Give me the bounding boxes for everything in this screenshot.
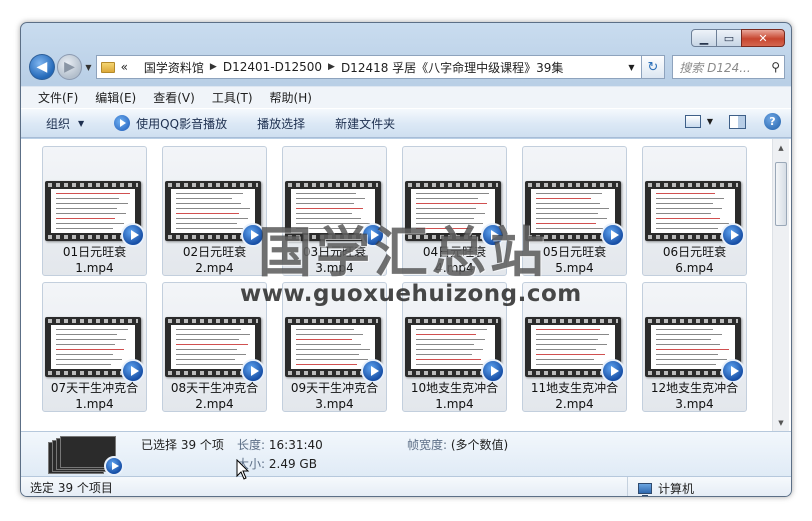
vertical-scrollbar[interactable]: ▲ ▼	[772, 139, 789, 431]
chevron-down-icon: ▼	[78, 118, 85, 128]
file-name-line-2: 2.mp4	[555, 397, 594, 411]
file-name-line-2: 3.mp4	[675, 397, 714, 411]
file-name-line-2: 1.mp4	[75, 261, 114, 275]
file-name: 06日元旺衰 6.mp4	[643, 244, 746, 276]
play-selection-label: 播放选择	[257, 116, 306, 131]
status-location-label: 计算机	[658, 481, 695, 496]
video-play-icon	[104, 456, 124, 476]
file-name-line-1: 06日元旺衰	[662, 245, 727, 259]
breadcrumb-item-1[interactable]: 国学资料馆	[144, 59, 204, 76]
file-name: 12地支生克冲合 3.mp4	[643, 380, 746, 412]
details-pane: 已选择 39 个项 长度: 16:31:40 大小: 2.49 GB 帧宽度: …	[21, 431, 791, 476]
search-input[interactable]: 搜索 D124... ⚲	[672, 55, 785, 79]
organize-label: 组织	[46, 116, 71, 131]
command-bar: 组织 ▼ 使用QQ影音播放 播放选择 新建文件夹 ▼ ?	[21, 108, 791, 138]
file-tile[interactable]: 07天干生冲克合 1.mp4	[42, 282, 147, 412]
scroll-up-icon[interactable]: ▲	[773, 139, 789, 156]
selection-stack-thumbnail	[48, 436, 124, 478]
file-name-line-2: 2.mp4	[195, 261, 234, 275]
back-button[interactable]: ◀	[29, 54, 55, 80]
file-tile[interactable]: 01日元旺衰 1.mp4	[42, 146, 147, 276]
selected-count: 已选择 39 个项	[141, 438, 224, 452]
play-with-qq-button[interactable]: 使用QQ影音播放	[114, 115, 227, 132]
chevron-right-icon[interactable]: ▶	[328, 62, 335, 72]
file-name-line-2: 1.mp4	[435, 397, 474, 411]
computer-icon	[638, 482, 652, 496]
file-name-line-2: 3.mp4	[315, 397, 354, 411]
file-name: 07天干生冲克合 1.mp4	[43, 380, 146, 412]
new-folder-button[interactable]: 新建文件夹	[335, 115, 395, 132]
file-name-line-1: 01日元旺衰	[62, 245, 127, 259]
caption-buttons: ▁ ▭ ✕	[691, 29, 785, 47]
view-controls: ▼ ?	[684, 113, 781, 130]
menu-tools[interactable]: 工具(T)	[212, 89, 253, 106]
file-name-line-2: 6.mp4	[675, 261, 714, 275]
help-icon[interactable]: ?	[764, 113, 781, 130]
play-selection-button[interactable]: 播放选择	[257, 115, 305, 132]
file-name: 01日元旺衰 1.mp4	[43, 244, 146, 276]
address-dropdown-icon[interactable]: ▼	[628, 63, 634, 72]
menu-bar: 文件(F) 编辑(E) 查看(V) 工具(T) 帮助(H)	[21, 86, 791, 108]
length-value: 16:31:40	[268, 438, 323, 452]
refresh-button[interactable]: ↻	[641, 55, 666, 79]
length-field: 长度: 16:31:40	[237, 436, 323, 453]
file-name-line-1: 11地支生克冲合	[530, 381, 619, 395]
file-name-line-1: 07天干生冲克合	[50, 381, 139, 395]
view-icon[interactable]	[684, 115, 701, 128]
file-tile[interactable]: 02日元旺衰 2.mp4	[162, 146, 267, 276]
file-name-line-1: 08天干生冲克合	[170, 381, 259, 395]
file-name-line-2: 1.mp4	[75, 397, 114, 411]
scroll-down-icon[interactable]: ▼	[773, 414, 789, 431]
forward-button[interactable]: ▶	[56, 54, 83, 80]
status-bar: 选定 39 个项目 计算机	[21, 476, 791, 496]
play-with-qq-label: 使用QQ影音播放	[136, 116, 228, 131]
chevron-right-icon[interactable]: ▶	[210, 62, 217, 72]
scrollbar-thumb[interactable]	[775, 162, 787, 226]
file-name: 09天干生冲克合 3.mp4	[283, 380, 386, 412]
recent-pages-dropdown-icon[interactable]: ▼	[85, 63, 91, 72]
breadcrumb-item-3[interactable]: D12418 孚居《八字命理中级课程》39集	[341, 59, 564, 76]
framewidth-field: 帧宽度: (多个数值)	[407, 436, 508, 453]
search-placeholder: 搜索 D124...	[679, 60, 751, 75]
size-value: 2.49 GB	[268, 457, 317, 471]
file-name: 02日元旺衰 2.mp4	[163, 244, 266, 276]
folder-icon	[100, 61, 115, 73]
watermark-title: 国学汇总站	[258, 221, 548, 284]
file-name: 11地支生克冲合 2.mp4	[523, 380, 626, 412]
menu-file[interactable]: 文件(F)	[38, 89, 78, 106]
new-folder-label: 新建文件夹	[335, 116, 396, 131]
organize-button[interactable]: 组织 ▼	[46, 115, 84, 132]
breadcrumb-overflow[interactable]: «	[121, 60, 128, 74]
file-name-line-1: 10地支生克冲合	[410, 381, 499, 395]
breadcrumb-item-2[interactable]: D12401-D12500	[223, 60, 322, 74]
framewidth-label: 帧宽度:	[407, 438, 448, 452]
file-tile[interactable]: 06日元旺衰 6.mp4	[642, 146, 747, 276]
menu-help[interactable]: 帮助(H)	[270, 89, 312, 106]
preview-pane-icon[interactable]	[729, 114, 746, 129]
file-name-line-2: 2.mp4	[195, 397, 234, 411]
address-bar[interactable]: « 国学资料馆 ▶ D12401-D12500 ▶ D12418 孚居《八字命理…	[95, 55, 642, 79]
file-name-line-1: 02日元旺衰	[182, 245, 247, 259]
file-name-line-1: 12地支生克冲合	[650, 381, 739, 395]
status-location: 计算机	[627, 477, 695, 496]
menu-view[interactable]: 查看(V)	[153, 89, 195, 106]
search-icon[interactable]: ⚲	[771, 60, 780, 74]
file-tile[interactable]: 12地支生克冲合 3.mp4	[642, 282, 747, 412]
file-name: 10地支生克冲合 1.mp4	[403, 380, 506, 412]
maximize-button[interactable]: ▭	[716, 29, 742, 47]
file-name-line-1: 09天干生冲克合	[290, 381, 379, 395]
close-button[interactable]: ✕	[741, 29, 785, 47]
file-name: 08天干生冲克合 2.mp4	[163, 380, 266, 412]
length-label: 长度:	[237, 438, 266, 452]
framewidth-value: (多个数值)	[450, 438, 509, 452]
navigation-bar: ◀ ▶ ▼ « 国学资料馆 ▶ D12401-D12500 ▶ D12418 孚…	[29, 53, 785, 81]
menu-edit[interactable]: 编辑(E)	[95, 89, 136, 106]
qq-player-icon	[114, 115, 131, 131]
status-selection-text: 选定 39 个项目	[30, 481, 113, 495]
view-dropdown-icon[interactable]: ▼	[707, 117, 713, 126]
watermark-url: www.guoxuehuizong.com	[240, 281, 582, 307]
minimize-button[interactable]: ▁	[691, 29, 717, 47]
